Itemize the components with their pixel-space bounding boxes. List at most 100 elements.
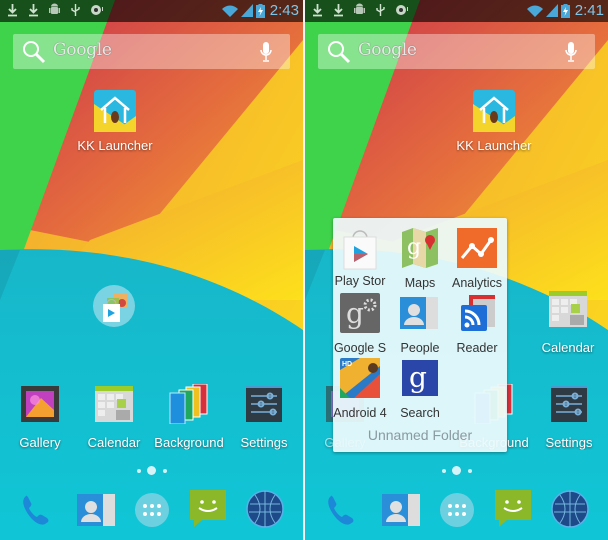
page-dot[interactable] bbox=[163, 469, 167, 473]
phone-icon bbox=[23, 495, 49, 525]
browser-icon bbox=[551, 490, 589, 528]
folder-item-maps[interactable]: g Maps bbox=[389, 228, 451, 290]
status-bar[interactable]: 2:41 bbox=[305, 0, 608, 22]
download-icon bbox=[8, 4, 17, 17]
svg-text:g: g bbox=[407, 235, 421, 260]
folder-item-search[interactable]: g Search bbox=[389, 358, 451, 420]
app-drawer-icon bbox=[440, 493, 474, 527]
mic-icon[interactable] bbox=[260, 42, 272, 62]
app-label: Settings bbox=[545, 435, 593, 450]
google-search-icon: g bbox=[399, 358, 441, 400]
app-settings[interactable]: Settings bbox=[531, 384, 607, 450]
folder-item-google-settings[interactable]: g Google S bbox=[329, 293, 391, 355]
battery-charging-icon bbox=[560, 3, 570, 18]
dock-contacts[interactable] bbox=[382, 490, 422, 530]
home-screen-left: 2:43 Google KK Launcher Gallery Calendar bbox=[0, 0, 303, 540]
google-search-bar[interactable]: Google bbox=[13, 34, 290, 69]
app-settings[interactable]: Settings bbox=[226, 384, 302, 450]
page-dot-active[interactable] bbox=[452, 466, 461, 475]
search-placeholder: Google bbox=[53, 40, 112, 60]
calendar-icon bbox=[547, 289, 589, 331]
app-label: Reader bbox=[456, 341, 498, 355]
page-dot[interactable] bbox=[468, 469, 472, 473]
dock-browser[interactable] bbox=[246, 490, 286, 530]
svg-text:g: g bbox=[409, 361, 427, 394]
page-indicator bbox=[305, 466, 608, 476]
app-label: Calendar bbox=[87, 435, 141, 450]
app-label: Android 4 bbox=[333, 406, 387, 420]
google-settings-icon: g bbox=[339, 293, 381, 335]
app-kk-launcher[interactable]: KK Launcher bbox=[456, 90, 532, 153]
download-icon bbox=[334, 4, 343, 17]
page-dot[interactable] bbox=[442, 469, 446, 473]
app-background[interactable]: Background bbox=[151, 383, 227, 450]
google-search-bar[interactable]: Google bbox=[318, 34, 595, 69]
dock-app-drawer[interactable] bbox=[134, 490, 174, 530]
folder-preview-icon bbox=[93, 285, 135, 327]
people-icon bbox=[399, 293, 441, 335]
android-debug-icon bbox=[354, 3, 365, 14]
calendar-icon bbox=[93, 384, 135, 426]
app-label: Analytics bbox=[451, 276, 503, 290]
search-placeholder: Google bbox=[358, 40, 417, 60]
battery-charging-icon bbox=[255, 3, 265, 18]
app-drawer-icon bbox=[135, 493, 169, 527]
wifi-icon bbox=[526, 5, 543, 17]
folder-icon[interactable] bbox=[76, 285, 152, 327]
dock-phone[interactable] bbox=[18, 490, 58, 530]
dock-contacts[interactable] bbox=[77, 490, 117, 530]
page-indicator bbox=[0, 466, 303, 476]
signal-icon bbox=[545, 4, 558, 17]
maps-icon: g bbox=[399, 228, 441, 270]
usb-icon bbox=[71, 4, 80, 16]
app-label: Play Stor bbox=[334, 274, 386, 288]
dock-messaging[interactable] bbox=[495, 490, 535, 530]
folder-item-play-store[interactable]: Play Stor bbox=[329, 228, 391, 288]
sync-icon bbox=[396, 5, 408, 15]
folder-item-android[interactable]: HD Android 4 bbox=[329, 358, 391, 420]
settings-icon bbox=[548, 384, 590, 426]
phone-icon bbox=[328, 495, 354, 525]
browser-icon bbox=[246, 490, 284, 528]
signal-icon bbox=[240, 4, 253, 17]
svg-text:HD: HD bbox=[342, 361, 352, 368]
folder-name-field[interactable]: Unnamed Folder bbox=[333, 427, 507, 443]
app-gallery[interactable]: Gallery bbox=[2, 384, 78, 450]
dock-messaging[interactable] bbox=[190, 490, 230, 530]
contacts-icon bbox=[77, 494, 115, 526]
home-screen-right: 2:41 Google KK Launcher Calendar Gallery… bbox=[305, 0, 608, 540]
app-label: Settings bbox=[240, 435, 288, 450]
open-folder: Play Stor g Maps Analytics g Google S Pe… bbox=[333, 218, 507, 452]
download-icon bbox=[29, 4, 38, 17]
gallery-icon bbox=[19, 384, 61, 426]
app-label: Maps bbox=[404, 276, 436, 290]
wifi-icon bbox=[221, 5, 238, 17]
kk-launcher-icon bbox=[473, 90, 515, 132]
app-calendar[interactable]: Calendar bbox=[76, 384, 152, 450]
dock-browser[interactable] bbox=[551, 490, 591, 530]
app-label: Calendar bbox=[541, 340, 595, 355]
page-dot[interactable] bbox=[137, 469, 141, 473]
mic-icon[interactable] bbox=[565, 42, 577, 62]
app-label: Background bbox=[154, 435, 224, 450]
background-icon bbox=[168, 383, 210, 426]
folder-item-people[interactable]: People bbox=[389, 293, 451, 355]
reader-icon bbox=[456, 293, 498, 335]
download-icon bbox=[313, 4, 322, 17]
folder-item-reader[interactable]: Reader bbox=[446, 293, 508, 355]
search-icon bbox=[23, 41, 46, 64]
search-icon bbox=[328, 41, 351, 64]
dock-app-drawer[interactable] bbox=[439, 490, 479, 530]
status-time: 2:43 bbox=[269, 2, 299, 19]
status-bar[interactable]: 2:43 bbox=[0, 0, 303, 22]
dock-phone[interactable] bbox=[323, 490, 363, 530]
sync-icon bbox=[91, 5, 103, 15]
app-label: Search bbox=[400, 406, 440, 420]
settings-icon bbox=[243, 384, 285, 426]
app-calendar[interactable]: Calendar bbox=[530, 289, 606, 355]
app-label: Gallery bbox=[19, 435, 61, 450]
page-dot-active[interactable] bbox=[147, 466, 156, 475]
folder-item-analytics[interactable]: Analytics bbox=[446, 228, 508, 290]
svg-text:g: g bbox=[346, 297, 364, 330]
app-kk-launcher[interactable]: KK Launcher bbox=[77, 90, 153, 153]
